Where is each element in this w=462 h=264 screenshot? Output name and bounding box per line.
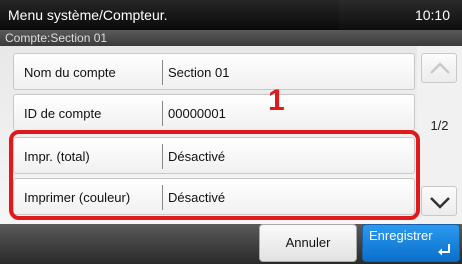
enter-icon — [438, 244, 450, 256]
row-label: Nom du compte — [24, 65, 116, 80]
row-value: Section 01 — [168, 65, 230, 80]
clock: 10:10 — [339, 0, 462, 30]
window-title: Menu système/Compteur. — [0, 0, 339, 30]
callout-number: 1 — [268, 84, 285, 117]
scroll-down-button[interactable] — [421, 186, 457, 216]
row-value: 00000001 — [168, 106, 226, 121]
row-divider — [162, 101, 163, 126]
cancel-button[interactable]: Annuler — [259, 224, 357, 262]
highlight-box — [9, 130, 420, 220]
row-label: ID de compte — [24, 106, 102, 121]
scroll-panel: 1/2 — [417, 46, 462, 224]
chevron-up-icon — [430, 62, 450, 74]
scroll-up-button[interactable] — [421, 53, 457, 83]
breadcrumb: Compte:Section 01 — [0, 30, 462, 46]
row-account-name[interactable]: Nom du compte Section 01 — [13, 53, 415, 90]
row-account-id[interactable]: ID de compte 00000001 — [13, 94, 415, 131]
row-divider — [162, 60, 163, 85]
save-button[interactable]: Enregistrer — [362, 224, 460, 262]
page-indicator: 1/2 — [430, 118, 449, 133]
chevron-down-icon — [430, 197, 450, 209]
title-bar: Menu système/Compteur. 10:10 — [0, 0, 462, 30]
save-button-label: Enregistrer — [369, 228, 433, 243]
